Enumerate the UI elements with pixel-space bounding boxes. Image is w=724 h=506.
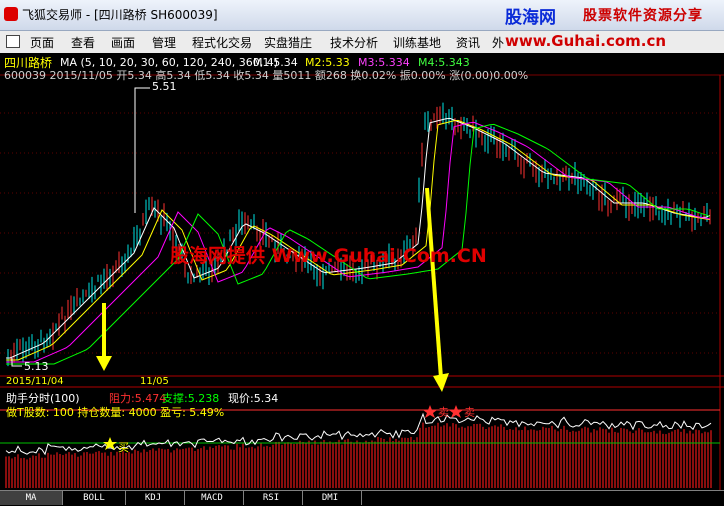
menu-bar: 页面 查看 画面 管理 程式化交易 实盘猎庄 技术分析 训练基地 资讯 外 ww… bbox=[0, 31, 724, 54]
sell-star-icon-2 bbox=[449, 405, 463, 418]
sell-star-icon bbox=[423, 405, 437, 418]
date-mid: 11/05 bbox=[140, 376, 169, 387]
position-info: 做T股数: 100 持仓数量: 4000 盈亏: 5.49% bbox=[6, 406, 225, 419]
menu-item-external[interactable]: 外 bbox=[492, 34, 504, 51]
quote-line: 600039 2015/11/05 开5.34 高5.34 低5.34 收5.3… bbox=[4, 69, 529, 82]
tab-boll[interactable]: BOLL bbox=[63, 491, 126, 505]
title-bar: 飞狐交易师 - [四川路桥 SH600039] 股海网 股票软件资源分享 bbox=[0, 0, 724, 31]
app-icon bbox=[4, 7, 18, 21]
tab-kdj[interactable]: KDJ bbox=[122, 491, 185, 505]
brand-subtitle: 股票软件资源分享 bbox=[583, 8, 703, 24]
sell-label-2: 卖 bbox=[464, 406, 475, 419]
brand-logo: 股海网 bbox=[505, 8, 556, 28]
window-menu-icon[interactable] bbox=[6, 35, 20, 48]
date-left: 2015/11/04 bbox=[6, 376, 64, 387]
menu-item-program-trade[interactable]: 程式化交易 bbox=[192, 34, 252, 51]
menu-item-manage[interactable]: 管理 bbox=[152, 34, 176, 51]
menu-item-training[interactable]: 训练基地 bbox=[393, 34, 441, 51]
menu-item-analysis[interactable]: 技术分析 bbox=[330, 34, 378, 51]
high-pointer bbox=[134, 87, 150, 213]
menu-item-screen[interactable]: 画面 bbox=[111, 34, 135, 51]
menu-item-hunt[interactable]: 实盘猎庄 bbox=[264, 34, 312, 51]
intraday-price-line bbox=[5, 412, 712, 456]
kline-chart[interactable] bbox=[0, 53, 724, 490]
sell-arrow-icon bbox=[425, 187, 449, 392]
indicator-tabs: MA BOLL KDJ MACD RSI DMI bbox=[0, 490, 724, 506]
menu-item-view[interactable]: 查看 bbox=[71, 34, 95, 51]
high-label: 5.51 bbox=[152, 80, 177, 93]
url-watermark: www.Guhai.com.cn bbox=[505, 32, 667, 50]
low-label: 5.13 bbox=[24, 360, 49, 373]
menu-item-page[interactable]: 页面 bbox=[30, 34, 54, 51]
chart-area[interactable]: 四川路桥 MA (5, 10, 20, 30, 60, 120, 240, 36… bbox=[0, 53, 724, 490]
tab-dmi[interactable]: DMI bbox=[299, 491, 362, 505]
sell-label: 卖 bbox=[438, 406, 449, 419]
current-price: 现价:5.34 bbox=[228, 392, 279, 405]
tab-macd[interactable]: MACD bbox=[181, 491, 244, 505]
buy-label: 买 bbox=[118, 441, 129, 454]
watermark-text: 股海网提供 Www.Guhai.Com.CN bbox=[170, 245, 487, 267]
buy-arrow-icon bbox=[96, 303, 112, 371]
tab-rsi[interactable]: RSI bbox=[240, 491, 303, 505]
tab-ma[interactable]: MA bbox=[0, 491, 63, 505]
ma-line-1 bbox=[6, 117, 711, 359]
menu-item-news[interactable]: 资讯 bbox=[456, 34, 480, 51]
window-title: 飞狐交易师 - [四川路桥 SH600039] bbox=[22, 8, 218, 22]
